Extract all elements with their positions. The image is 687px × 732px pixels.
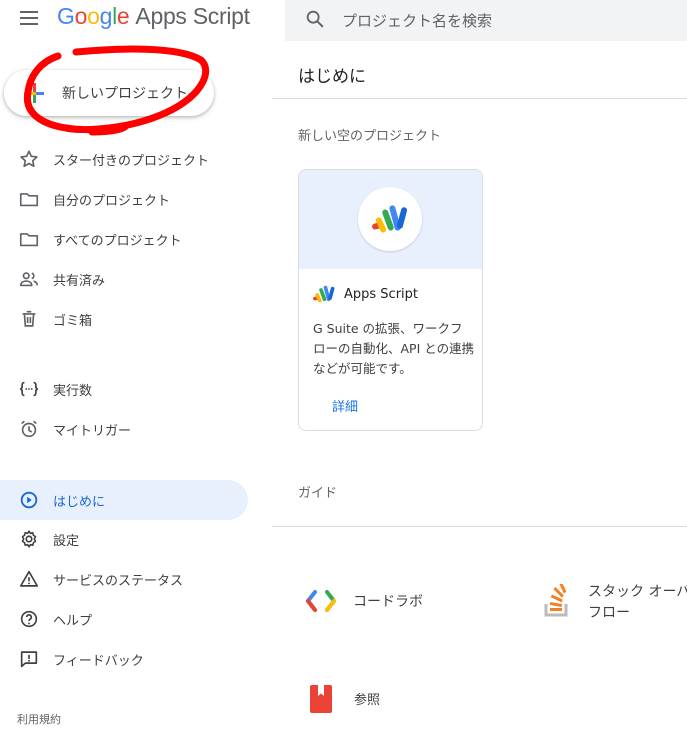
sidebar-item-label: ヘルプ <box>53 614 93 629</box>
guide-label-line1: スタック オーバ <box>588 584 687 600</box>
codelabs-icon <box>306 590 336 612</box>
people-icon <box>19 272 39 287</box>
feedback-icon <box>20 651 38 668</box>
sidebar-item-feedback[interactable]: フィードバック <box>0 639 248 679</box>
sidebar-item-my-projects[interactable]: 自分のプロジェクト <box>0 179 248 219</box>
new-project-button[interactable]: 新しいプロジェクト <box>4 70 214 116</box>
sidebar-item-label: 自分のプロジェクト <box>53 194 171 209</box>
sidebar-item-label: はじめに <box>53 495 106 510</box>
sidebar-item-label: 設定 <box>53 534 80 549</box>
sidebar-item-shared[interactable]: 共有済み <box>0 259 248 299</box>
sidebar-item-trash[interactable]: ゴミ箱 <box>0 299 248 339</box>
sidebar-item-all-projects[interactable]: すべてのプロジェクト <box>0 219 248 259</box>
sidebar-item-label: 共有済み <box>53 274 106 289</box>
card-description: G Suite の拡張、ワークフローの自動化、API との連携などが可能です。 <box>313 321 475 376</box>
star-icon <box>20 150 38 168</box>
guide-reference[interactable]: 参照 <box>310 684 430 714</box>
sidebar-item-service-status[interactable]: サービスのステータス <box>0 559 248 599</box>
sidebar-item-triggers[interactable]: マイトリガー <box>0 409 248 449</box>
sidebar-item-starred[interactable]: スター付きのプロジェクト <box>0 139 248 179</box>
apps-script-small-icon <box>313 285 335 303</box>
sidebar-item-label: 実行数 <box>53 384 93 399</box>
sidebar-item-label: サービスのステータス <box>53 574 184 589</box>
sidebar-item-label: すべてのプロジェクト <box>53 234 182 249</box>
warning-icon <box>19 570 39 587</box>
sidebar-item-help[interactable]: ヘルプ <box>0 599 248 639</box>
guide-section-label: ガイド <box>298 486 338 501</box>
gear-icon <box>21 530 37 548</box>
guide-label: 参照 <box>354 693 381 708</box>
alarm-icon <box>21 420 37 438</box>
reference-book-icon <box>310 685 332 713</box>
card-header <box>299 170 482 269</box>
search-input[interactable] <box>342 0 682 41</box>
code-brackets-icon <box>19 381 39 397</box>
guide-codelabs[interactable]: コードラボ <box>305 585 435 617</box>
sidebar-item-label: ゴミ箱 <box>53 314 93 329</box>
learn-more-link[interactable]: 詳細 <box>332 396 358 415</box>
title-divider <box>272 98 687 99</box>
help-icon <box>20 610 38 628</box>
apps-script-logo[interactable]: Google Apps Script <box>57 3 250 30</box>
guide-stack-overflow[interactable]: スタック オーバ フロー <box>541 578 687 624</box>
card-logo-circle <box>358 187 422 251</box>
new-project-label: 新しいプロジェクト <box>62 86 188 102</box>
terms-link[interactable]: 利用規約 <box>17 711 61 727</box>
guide-label: コードラボ <box>353 594 423 610</box>
sidebar-item-executions[interactable]: 実行数 <box>0 369 248 409</box>
search-icon[interactable] <box>304 8 326 30</box>
sidebar-item-getting-started[interactable]: はじめに <box>0 480 248 520</box>
guide-divider <box>272 526 687 527</box>
apps-script-logo-icon <box>372 205 408 233</box>
folder-icon <box>19 233 39 247</box>
sidebar-item-label: マイトリガー <box>53 424 132 439</box>
blank-project-section-label: 新しい空のプロジェクト <box>298 129 442 144</box>
sidebar-item-settings[interactable]: 設定 <box>0 519 248 559</box>
page-title: はじめに <box>298 67 366 87</box>
guide-label-line2: フロー <box>588 605 630 621</box>
apps-script-project-card[interactable]: Apps Script G Suite の拡張、ワークフローの自動化、API と… <box>298 169 483 431</box>
stack-overflow-icon <box>544 584 568 617</box>
search-bar <box>285 0 687 41</box>
card-title: Apps Script <box>344 287 419 302</box>
main-menu-button[interactable] <box>20 11 38 25</box>
folder-icon <box>19 193 39 207</box>
product-name: Apps Script <box>135 3 250 29</box>
play-circle-icon <box>20 491 38 509</box>
sidebar-item-label: フィードバック <box>53 654 144 669</box>
sidebar-item-label: スター付きのプロジェクト <box>53 154 210 169</box>
plus-icon <box>24 83 44 103</box>
trash-icon <box>22 310 36 327</box>
